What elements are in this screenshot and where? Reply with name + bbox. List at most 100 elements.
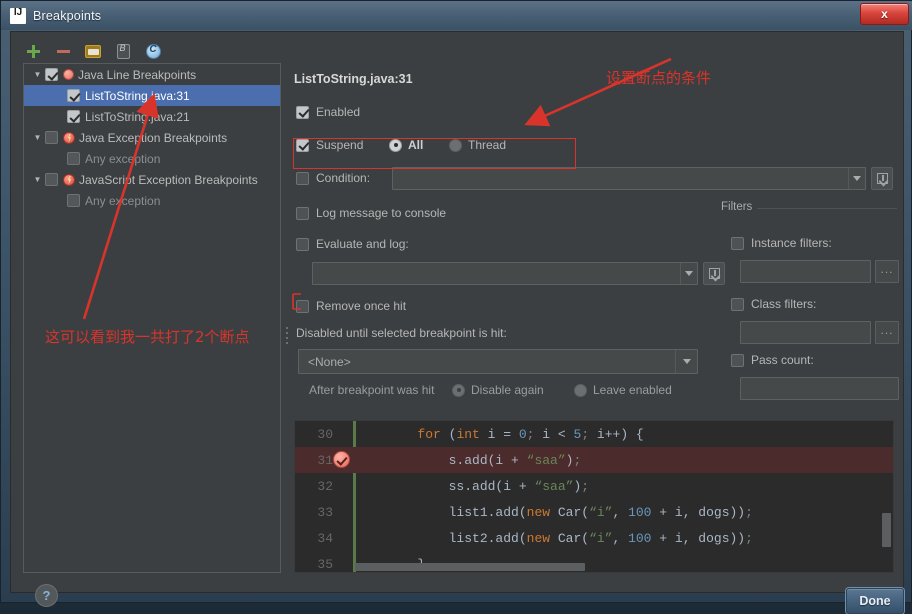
after-hit-disable-again-label: Disable again <box>471 383 544 397</box>
condition-dropdown-arrow[interactable] <box>848 168 865 189</box>
tree-item-label: ListToString.java:21 <box>85 110 190 124</box>
class-filters-row[interactable]: Class filters: <box>731 297 816 311</box>
tree-item-label: Any exception <box>85 194 160 208</box>
tree-expander-icon[interactable]: ▼ <box>30 175 45 184</box>
tree-item[interactable]: ListToString.java:21 <box>24 106 280 127</box>
evaluate-and-log-row[interactable]: Evaluate and log: <box>296 237 409 251</box>
log-message-row[interactable]: Log message to console <box>296 206 446 220</box>
tree-expander-icon[interactable]: ▼ <box>30 70 45 79</box>
suspend-checkbox[interactable] <box>296 139 309 152</box>
code-vertical-scrollbar[interactable] <box>882 513 891 547</box>
tree-item[interactable]: ▼Java Exception Breakpoints <box>24 127 280 148</box>
tree-item-checkbox[interactable] <box>45 68 58 81</box>
expand-editor-icon <box>709 268 720 279</box>
chevron-down-icon <box>685 271 693 276</box>
code-line-number[interactable]: 30 <box>295 427 341 442</box>
breakpoints-window: Breakpoints x ▼ Java Line Breakpoints List… <box>0 0 912 603</box>
tree-item-checkbox[interactable] <box>45 131 58 144</box>
suspend-label: Suspend <box>316 138 363 152</box>
breakpoint-marker-icon[interactable] <box>333 451 350 468</box>
suspend-thread-label: Thread <box>468 138 506 152</box>
window-titlebar: Breakpoints x <box>1 1 912 30</box>
breakpoints-toolbar <box>23 38 163 64</box>
class-filters-checkbox[interactable] <box>731 298 744 311</box>
panel-splitter[interactable] <box>284 322 289 348</box>
after-hit-disable-again-radio[interactable] <box>452 384 465 397</box>
evaluate-and-log-checkbox[interactable] <box>296 238 309 251</box>
tree-item-label: JavaScript Exception Breakpoints <box>79 173 258 187</box>
chevron-down-icon <box>683 359 691 364</box>
code-line-text: list1.add(new Car(“i”, 100 + i, dogs)); <box>341 505 753 520</box>
tree-item-checkbox[interactable] <box>45 173 58 186</box>
pass-count-row[interactable]: Pass count: <box>731 353 814 367</box>
pass-count-input[interactable] <box>740 377 899 400</box>
instance-filters-browse-button[interactable]: ... <box>875 260 899 283</box>
help-button[interactable]: ? <box>35 584 58 607</box>
add-breakpoint-button[interactable] <box>23 41 43 61</box>
code-line: 33 list1.add(new Car(“i”, 100 + i, dogs)… <box>295 499 893 525</box>
evaluate-and-log-input[interactable] <box>312 262 698 285</box>
after-hit-leave-enabled-radio[interactable] <box>574 384 587 397</box>
group-by-folder-button[interactable] <box>83 41 103 61</box>
disabled-until-dropdown-arrow[interactable] <box>675 350 697 373</box>
window-title: Breakpoints <box>33 9 101 23</box>
suspend-all-row[interactable]: All <box>389 138 423 152</box>
after-hit-leave-enabled-row[interactable]: Leave enabled <box>574 383 672 397</box>
suspend-all-radio[interactable] <box>389 139 402 152</box>
condition-row[interactable]: Condition: <box>296 171 370 185</box>
enabled-row[interactable]: Enabled <box>296 105 360 119</box>
pass-count-checkbox[interactable] <box>731 354 744 367</box>
code-line-number[interactable]: 33 <box>295 505 341 520</box>
close-button[interactable]: x <box>860 3 909 25</box>
class-filters-input[interactable] <box>740 321 871 344</box>
log-message-label: Log message to console <box>316 206 446 220</box>
tree-item[interactable]: Any exception <box>24 190 280 211</box>
folder-icon <box>85 45 101 58</box>
class-filters-browse-button[interactable]: ... <box>875 321 899 344</box>
code-preview[interactable]: 30 for (int i = 0; i < 5; i++) {31 s.add… <box>294 420 894 573</box>
exception-breakpoint-icon <box>63 132 75 144</box>
after-hit-row: After breakpoint was hit <box>309 383 434 397</box>
condition-input[interactable] <box>392 167 866 190</box>
tree-item-label: Any exception <box>85 152 160 166</box>
code-line-number[interactable]: 35 <box>295 557 341 572</box>
tree-item[interactable]: ListToString.java:31 <box>24 85 280 106</box>
tree-item-label: Java Line Breakpoints <box>78 68 196 82</box>
tree-item-checkbox[interactable] <box>67 152 80 165</box>
remove-breakpoint-button[interactable] <box>53 41 73 61</box>
instance-filters-checkbox[interactable] <box>731 237 744 250</box>
evaluate-and-log-dropdown-arrow[interactable] <box>680 263 697 284</box>
filters-group-title: Filters <box>721 201 757 213</box>
tree-expander-icon[interactable]: ▼ <box>30 133 45 142</box>
disabled-until-dropdown[interactable]: <None> <box>298 349 698 374</box>
instance-filters-row[interactable]: Instance filters: <box>731 236 832 250</box>
tree-item[interactable]: ▼ JavaScript Exception Breakpoints <box>24 169 280 190</box>
code-line-number[interactable]: 32 <box>295 479 341 494</box>
group-by-file-button[interactable] <box>113 41 133 61</box>
after-hit-disable-again-row[interactable]: Disable again <box>452 383 544 397</box>
intellij-idea-icon <box>10 8 26 24</box>
group-by-class-button[interactable] <box>143 41 163 61</box>
instance-filters-label: Instance filters: <box>751 236 832 250</box>
enabled-checkbox[interactable] <box>296 106 309 119</box>
tree-item-checkbox[interactable] <box>67 110 80 123</box>
tree-item-checkbox[interactable] <box>67 89 80 102</box>
breakpoints-tree[interactable]: ▼ Java Line Breakpoints ListToString.java:… <box>23 63 281 573</box>
code-line-number[interactable]: 34 <box>295 531 341 546</box>
instance-filters-input[interactable] <box>740 260 871 283</box>
suspend-thread-radio[interactable] <box>449 139 462 152</box>
condition-checkbox[interactable] <box>296 172 309 185</box>
remove-once-hit-row[interactable]: Remove once hit <box>296 299 406 313</box>
code-horizontal-scrollbar[interactable] <box>355 563 585 571</box>
tree-item[interactable]: ▼ Java Line Breakpoints <box>24 64 280 85</box>
suspend-row[interactable]: Suspend <box>296 138 363 152</box>
condition-expand-button[interactable] <box>871 167 893 190</box>
tree-item[interactable]: Any exception <box>24 148 280 169</box>
remove-once-hit-checkbox[interactable] <box>296 300 309 313</box>
suspend-thread-row[interactable]: Thread <box>449 138 506 152</box>
tree-item-checkbox[interactable] <box>67 194 80 207</box>
class-filters-label: Class filters: <box>751 297 816 311</box>
log-message-checkbox[interactable] <box>296 207 309 220</box>
after-hit-leave-enabled-label: Leave enabled <box>593 383 672 397</box>
done-button[interactable]: Done <box>846 588 904 614</box>
